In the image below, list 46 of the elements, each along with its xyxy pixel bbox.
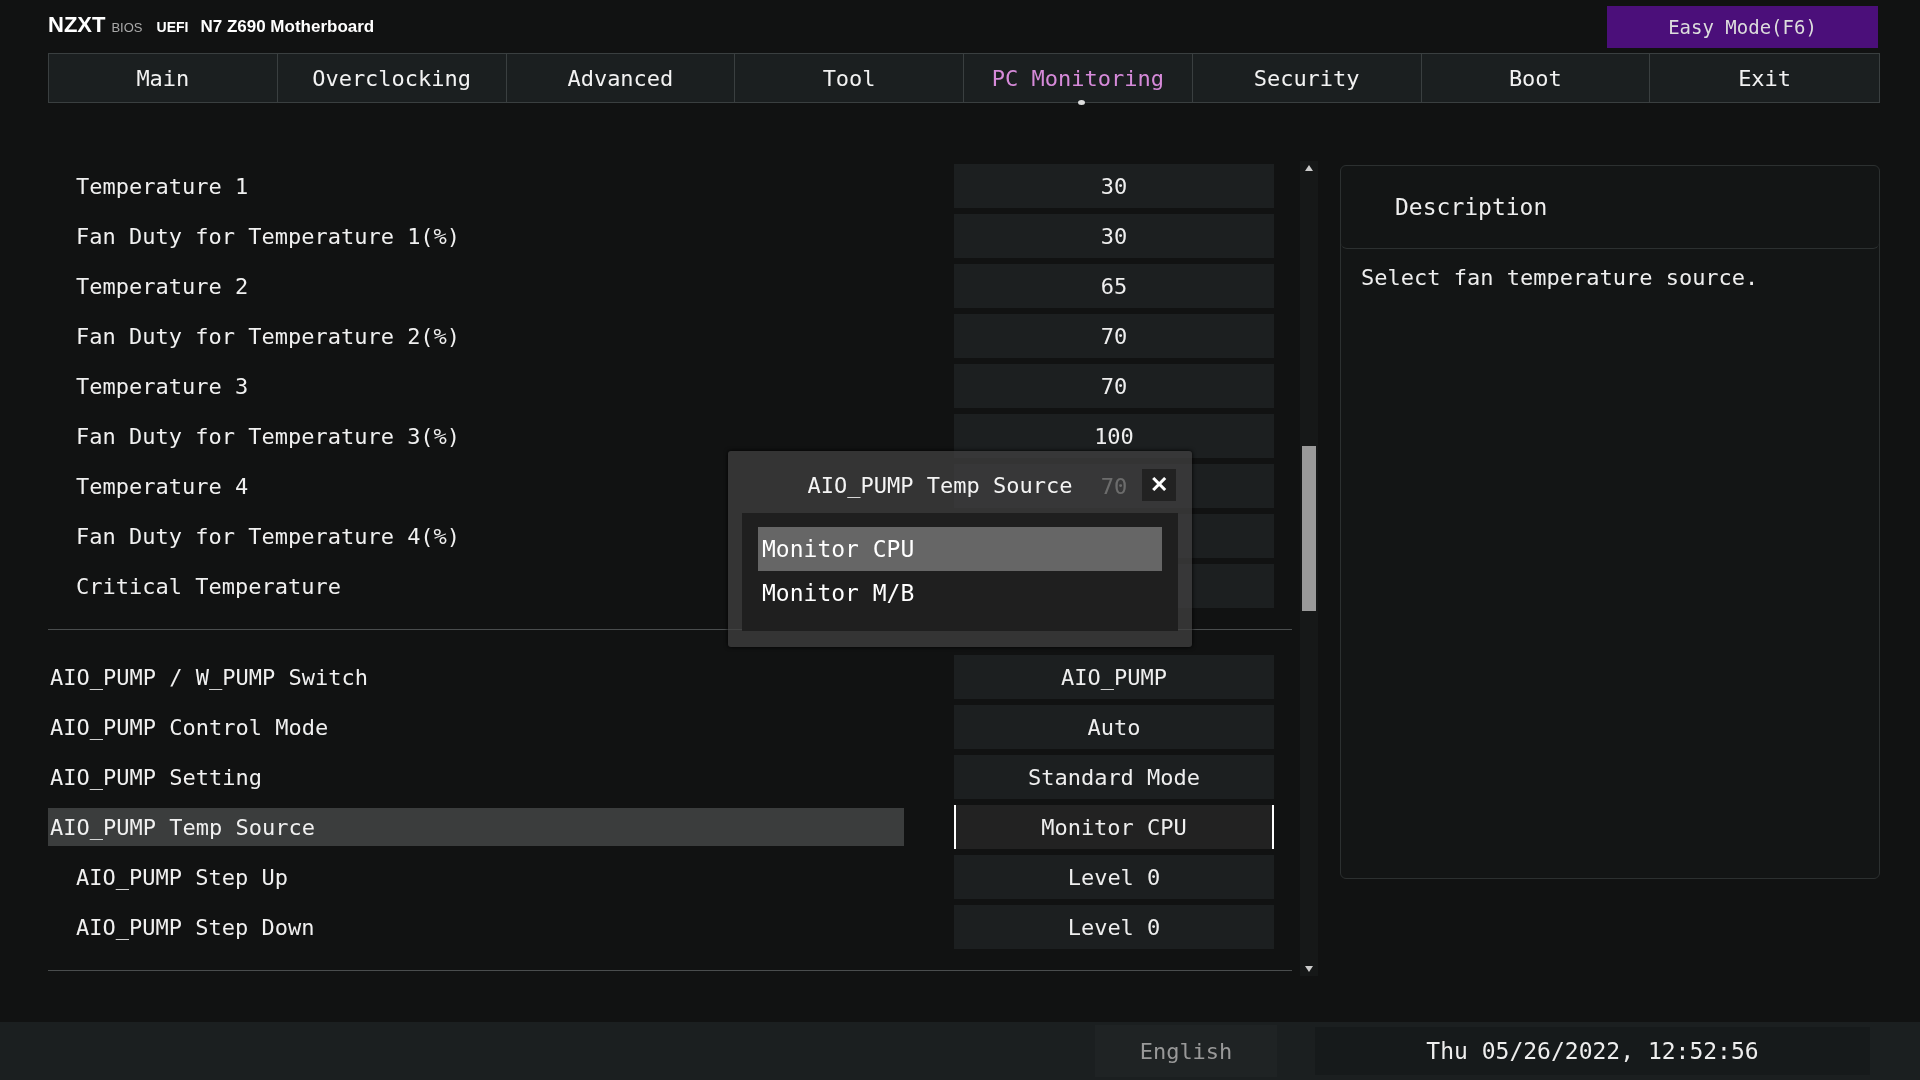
popup-option[interactable]: Monitor M/B (758, 571, 1162, 615)
setting-label[interactable]: AIO_PUMP / W_PUMP Switch (48, 658, 904, 696)
setting-value[interactable]: 70 (954, 364, 1274, 408)
brand-logo: NZXT (48, 12, 106, 38)
setting-label[interactable]: AIO_PUMP Temp Source (48, 808, 904, 846)
setting-value[interactable]: Monitor CPU (954, 805, 1274, 849)
setting-label[interactable]: AIO_PUMP Control Mode (48, 708, 904, 746)
setting-label[interactable]: Temperature 2 (48, 267, 954, 305)
setting-value[interactable]: 100 (954, 414, 1274, 458)
date-time: Thu 05/26/2022, 12:52:56 (1315, 1027, 1870, 1075)
menu-tab[interactable]: Boot (1421, 54, 1651, 102)
setting-label[interactable]: AIO_PUMP Setting (48, 758, 904, 796)
menu-tab[interactable]: PC Monitoring (964, 54, 1193, 102)
menu-tab[interactable]: Security (1192, 54, 1422, 102)
setting-label[interactable]: Fan Duty for Temperature 2(%) (48, 317, 954, 355)
setting-value[interactable]: Auto (954, 705, 1274, 749)
setting-label[interactable]: Fan Duty for Temperature 1(%) (48, 217, 954, 255)
setting-value[interactable]: 70 (954, 314, 1274, 358)
description-title: Description (1395, 194, 1548, 220)
uefi-label: UEFI (156, 19, 189, 35)
menu-tab[interactable]: Overclocking (277, 54, 507, 102)
setting-value[interactable]: 30 (954, 214, 1274, 258)
setting-value[interactable]: AIO_PUMP (954, 655, 1274, 699)
setting-label[interactable]: Fan Duty for Temperature 3(%) (48, 417, 954, 455)
close-button[interactable]: ✕ (1142, 469, 1176, 501)
setting-value[interactable]: 30 (954, 164, 1274, 208)
popup-title: AIO_PUMP Temp Source (807, 472, 1073, 498)
setting-label[interactable]: AIO_PUMP Step Down (48, 908, 954, 946)
menu-tab[interactable]: Tool (735, 54, 964, 102)
setting-label[interactable]: Temperature 1 (48, 167, 954, 205)
menu-tab[interactable]: Advanced (506, 54, 736, 102)
menu-tab[interactable]: Main (49, 54, 278, 102)
setting-value[interactable]: 65 (954, 264, 1274, 308)
popup-option[interactable]: Monitor CPU (758, 527, 1162, 571)
setting-label[interactable]: AIO_PUMP Step Up (48, 858, 954, 896)
model-name: N7 Z690 Motherboard (200, 17, 375, 37)
easy-mode-button[interactable]: Easy Mode(F6) (1607, 6, 1878, 48)
scrollbar[interactable] (1300, 161, 1318, 976)
setting-value[interactable]: Level 0 (954, 855, 1274, 899)
setting-label[interactable]: Temperature 3 (48, 367, 954, 405)
setting-value[interactable]: Level 0 (954, 905, 1274, 949)
bios-label: BIOS (111, 20, 143, 35)
description-text: Select fan temperature source. (1360, 264, 1760, 292)
language-selector[interactable]: English (1095, 1025, 1277, 1077)
setting-value[interactable]: Standard Mode (954, 755, 1274, 799)
menu-tab[interactable]: Exit (1650, 54, 1879, 102)
